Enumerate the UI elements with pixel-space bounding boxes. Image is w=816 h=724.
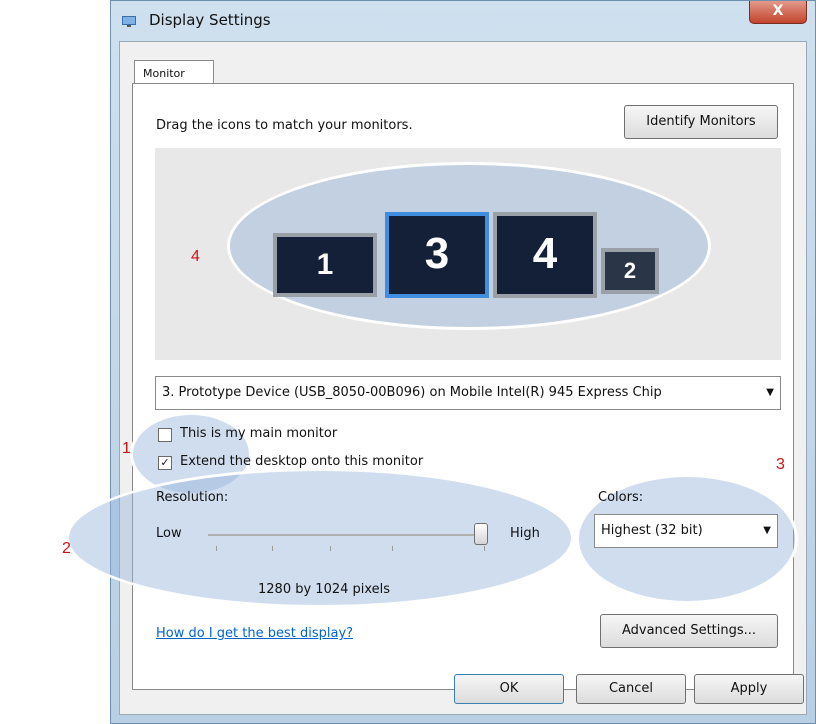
chevron-down-icon: ▼ [766, 387, 774, 398]
slider-tick [330, 546, 331, 551]
resolution-low-label: Low [156, 526, 182, 541]
slider-tick [216, 546, 217, 551]
colors-value: Highest (32 bit) [601, 523, 703, 538]
monitor-icon-4[interactable]: 4 [493, 212, 597, 298]
slider-tick [392, 546, 393, 551]
callout-number-4: 4 [191, 248, 200, 265]
colors-dropdown[interactable]: Highest (32 bit) ▼ [594, 514, 778, 548]
monitor-icon-1[interactable]: 1 [273, 233, 377, 297]
tab-monitor[interactable]: Monitor [134, 60, 214, 84]
main-monitor-checkbox[interactable] [158, 428, 172, 442]
resolution-high-label: High [510, 526, 540, 541]
monitor-number: 3 [424, 229, 450, 278]
callout-number-1: 1 [122, 440, 131, 457]
chevron-down-icon: ▼ [763, 525, 771, 536]
monitor-select-value: 3. Prototype Device (USB_8050-00B096) on… [162, 385, 662, 400]
resolution-slider-track[interactable] [208, 534, 488, 536]
extend-desktop-label: Extend the desktop onto this monitor [180, 454, 424, 469]
monitor-icon-3[interactable]: 3 [385, 212, 489, 298]
main-monitor-label: This is my main monitor [180, 426, 338, 441]
close-button[interactable]: X [749, 1, 807, 24]
extend-desktop-checkbox[interactable]: ✓ [158, 456, 172, 470]
callout-number-3: 3 [776, 456, 785, 473]
cancel-button[interactable]: Cancel [576, 674, 686, 704]
identify-monitors-button[interactable]: Identify Monitors [624, 105, 778, 139]
display-settings-icon [122, 16, 136, 27]
instruction-text: Drag the icons to match your monitors. [156, 118, 413, 133]
window-title: Display Settings [149, 11, 271, 29]
monitor-arrangement-area: 1 3 4 2 4 [155, 148, 781, 360]
callout-number-2: 2 [62, 540, 71, 557]
slider-tick [272, 546, 273, 551]
slider-tick [484, 546, 485, 551]
title-bar[interactable]: Display Settings X [111, 1, 815, 41]
monitor-number: 2 [623, 258, 637, 283]
resolution-value-text: 1280 by 1024 pixels [258, 582, 391, 597]
colors-label: Colors: [598, 490, 644, 505]
monitor-icon-2[interactable]: 2 [601, 248, 659, 294]
resolution-label: Resolution: [156, 490, 229, 505]
best-display-help-link[interactable]: How do I get the best display? [156, 626, 353, 641]
apply-button[interactable]: Apply [694, 674, 804, 704]
monitor-number: 4 [532, 229, 558, 278]
ok-button[interactable]: OK [454, 674, 564, 704]
resolution-slider-thumb[interactable] [474, 523, 488, 545]
advanced-settings-button[interactable]: Advanced Settings... [600, 614, 778, 648]
monitor-select-dropdown[interactable]: 3. Prototype Device (USB_8050-00B096) on… [155, 376, 781, 410]
monitor-number: 1 [316, 248, 334, 281]
